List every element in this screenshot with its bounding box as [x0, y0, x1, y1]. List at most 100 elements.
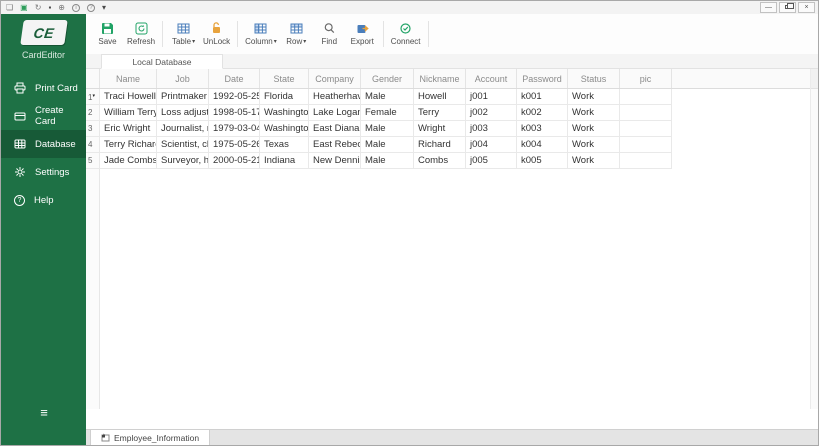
minimize-button[interactable]: —	[760, 2, 777, 13]
unlock-button[interactable]: UnLock	[200, 22, 233, 46]
restore-button[interactable]	[779, 2, 796, 13]
sheet-tab-employee-information[interactable]: Employee_Information	[90, 430, 211, 445]
table-menu-button[interactable]: Table ▾	[167, 22, 200, 46]
cell-password[interactable]: k002	[517, 105, 568, 121]
cell-gender[interactable]: Male	[361, 89, 414, 105]
cell-gender[interactable]: Male	[361, 137, 414, 153]
row-menu-button[interactable]: Row ▾	[280, 22, 313, 46]
connect-button[interactable]: Connect	[388, 22, 424, 46]
cell-status[interactable]: Work	[568, 137, 620, 153]
cell-job[interactable]: Loss adjuster...	[157, 105, 209, 121]
row-number[interactable]: 4	[86, 137, 100, 153]
cell-account[interactable]: j005	[466, 153, 517, 169]
find-button[interactable]: Find	[313, 22, 346, 46]
sidebar-item-print-card[interactable]: Print Card	[1, 74, 86, 102]
column-header[interactable]: pic	[620, 69, 672, 88]
column-menu-button[interactable]: Column ▾	[242, 22, 280, 46]
cell-date[interactable]: 1975-05-26T...	[209, 137, 260, 153]
cell-date[interactable]: 1979-03-04T...	[209, 121, 260, 137]
column-header[interactable]: State	[260, 69, 309, 88]
cell-name[interactable]: Terry Richard	[100, 137, 157, 153]
cell-pic[interactable]	[620, 153, 672, 169]
sidebar-collapse-button[interactable]: ≡	[1, 405, 86, 420]
column-header[interactable]: Password	[517, 69, 568, 88]
cell-state[interactable]: Washington	[260, 121, 309, 137]
cell-nickname[interactable]: Terry	[414, 105, 466, 121]
vertical-scrollbar[interactable]	[810, 69, 818, 409]
column-header[interactable]: Nickname	[414, 69, 466, 88]
cell-date[interactable]: 2000-05-21T...	[209, 153, 260, 169]
toolbar-options-icon[interactable]: ▾	[102, 3, 106, 12]
sidebar-item-settings[interactable]: Settings	[1, 158, 86, 186]
cell-account[interactable]: j001	[466, 89, 517, 105]
cell-company[interactable]: East Rebecc...	[309, 137, 361, 153]
sidebar-item-database[interactable]: Database	[1, 130, 86, 158]
new-document-icon[interactable]: ❏	[6, 3, 13, 12]
cell-status[interactable]: Work	[568, 89, 620, 105]
cell-status[interactable]: Work	[568, 105, 620, 121]
cell-nickname[interactable]: Combs	[414, 153, 466, 169]
cell-password[interactable]: k001	[517, 89, 568, 105]
column-header[interactable]: Date	[209, 69, 260, 88]
cell-job[interactable]: Journalist, m...	[157, 121, 209, 137]
cell-company[interactable]: East Diana	[309, 121, 361, 137]
table-row[interactable]: 2 William Terry Loss adjuster... 1998-05…	[86, 105, 818, 121]
cell-name[interactable]: William Terry	[100, 105, 157, 121]
table-row[interactable]: 3 Eric Wright Journalist, m... 1979-03-0…	[86, 121, 818, 137]
cell-date[interactable]: 1998-05-17T...	[209, 105, 260, 121]
column-header[interactable]: Job	[157, 69, 209, 88]
row-number[interactable]: 3	[86, 121, 100, 137]
row-number[interactable]: 1▾	[86, 89, 100, 105]
column-header[interactable]: Account	[466, 69, 517, 88]
cell-nickname[interactable]: Howell	[414, 89, 466, 105]
sidebar-item-create-card[interactable]: Create Card	[1, 102, 86, 130]
cell-job[interactable]: Printmaker	[157, 89, 209, 105]
cell-name[interactable]: Traci Howell	[100, 89, 157, 105]
row-number[interactable]: 5	[86, 153, 100, 169]
cell-name[interactable]: Jade Combs	[100, 153, 157, 169]
close-button[interactable]: ×	[798, 2, 815, 13]
cell-job[interactable]: Surveyor, hy...	[157, 153, 209, 169]
column-header[interactable]: Company	[309, 69, 361, 88]
cell-password[interactable]: k005	[517, 153, 568, 169]
cell-account[interactable]: j003	[466, 121, 517, 137]
cell-nickname[interactable]: Richard	[414, 137, 466, 153]
refresh-button[interactable]: Refresh	[124, 22, 158, 46]
cell-company[interactable]: New Denniss...	[309, 153, 361, 169]
tab-local-database[interactable]: Local Database	[101, 54, 223, 69]
cell-account[interactable]: j004	[466, 137, 517, 153]
cell-status[interactable]: Work	[568, 121, 620, 137]
cell-pic[interactable]	[620, 137, 672, 153]
cell-pic[interactable]	[620, 89, 672, 105]
cell-state[interactable]: Washington	[260, 105, 309, 121]
cell-company[interactable]: Heatherhaven	[309, 89, 361, 105]
cell-gender[interactable]: Male	[361, 153, 414, 169]
cell-account[interactable]: j002	[466, 105, 517, 121]
corner-cell[interactable]	[86, 69, 100, 88]
column-header[interactable]: Gender	[361, 69, 414, 88]
cell-state[interactable]: Indiana	[260, 153, 309, 169]
column-header[interactable]: Status	[568, 69, 620, 88]
cell-password[interactable]: k003	[517, 121, 568, 137]
cell-gender[interactable]: Female	[361, 105, 414, 121]
save-button[interactable]: Save	[91, 22, 124, 46]
cell-password[interactable]: k004	[517, 137, 568, 153]
cell-pic[interactable]	[620, 105, 672, 121]
display-icon[interactable]: ▪	[48, 3, 51, 12]
export-button[interactable]: Export	[346, 22, 379, 46]
refresh-icon[interactable]: ↻	[35, 3, 42, 12]
about-icon[interactable]: ?	[86, 3, 95, 12]
table-row[interactable]: 5 Jade Combs Surveyor, hy... 2000-05-21T…	[86, 153, 818, 169]
cell-state[interactable]: Texas	[260, 137, 309, 153]
column-header[interactable]: Name	[100, 69, 157, 88]
cell-pic[interactable]	[620, 121, 672, 137]
cell-date[interactable]: 1992-05-25T...	[209, 89, 260, 105]
cell-nickname[interactable]: Wright	[414, 121, 466, 137]
row-number[interactable]: 2	[86, 105, 100, 121]
info-icon[interactable]: i	[71, 3, 80, 12]
cell-job[interactable]: Scientist, clin...	[157, 137, 209, 153]
globe-icon[interactable]: ⊕	[58, 3, 65, 12]
table-row[interactable]: 4 Terry Richard Scientist, clin... 1975-…	[86, 137, 818, 153]
cell-company[interactable]: Lake Logan	[309, 105, 361, 121]
cell-gender[interactable]: Male	[361, 121, 414, 137]
